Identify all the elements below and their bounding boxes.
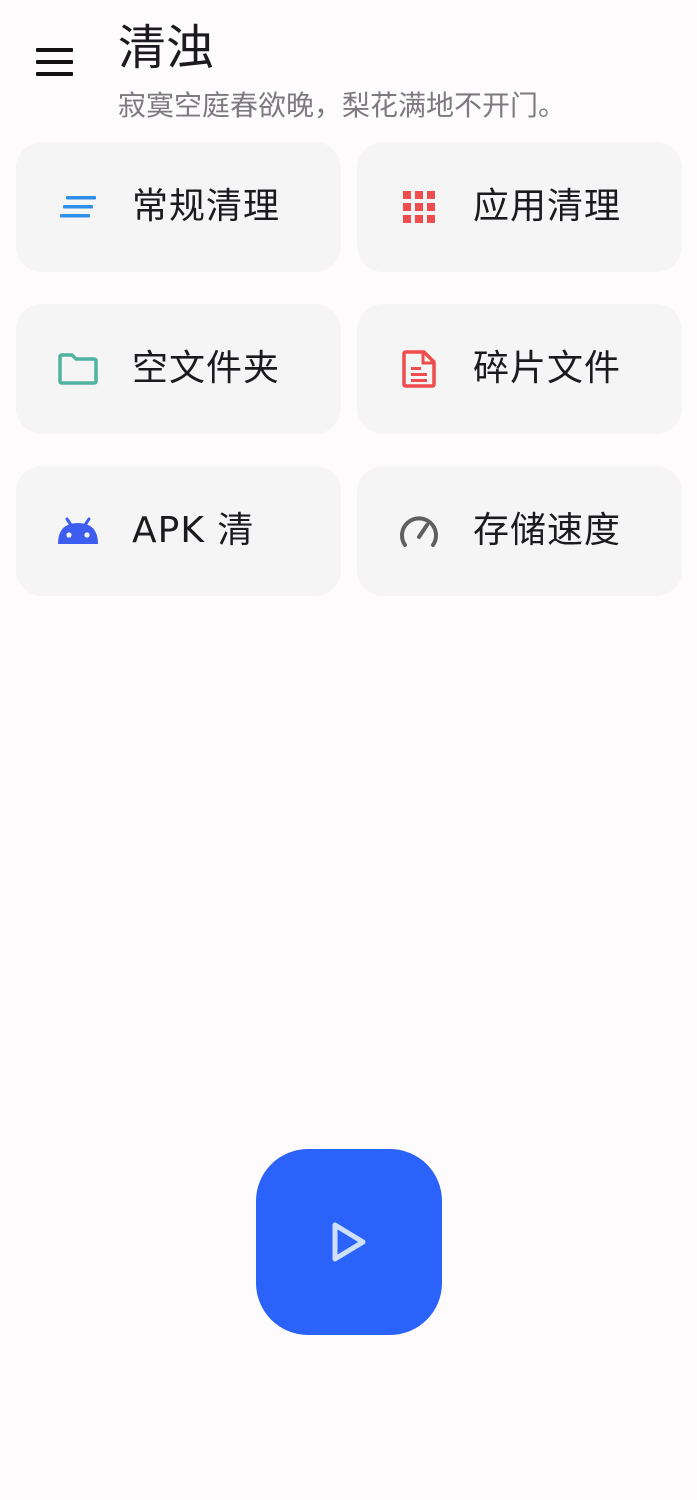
speedometer-icon — [397, 509, 441, 553]
android-icon — [56, 509, 100, 553]
tile-label: 应用清理 — [473, 186, 622, 227]
tile-label: APK 清 — [132, 510, 255, 551]
tile-fragment-files[interactable]: 碎片文件 — [357, 304, 682, 434]
cleaning-options-grid: 常规清理 应用清理 空文件夹 碎片文件 APK 清 存储速度 — [16, 142, 682, 596]
tile-label: 空文件夹 — [132, 348, 281, 389]
page-subtitle: 寂寞空庭春欲晚，梨花满地不开门。 — [118, 89, 567, 122]
tile-label: 碎片文件 — [473, 348, 622, 389]
tile-app-clean[interactable]: 应用清理 — [357, 142, 682, 272]
tile-apk-clean[interactable]: APK 清 — [16, 466, 341, 596]
folder-icon — [56, 347, 100, 391]
document-icon — [397, 347, 441, 391]
tile-storage-speed[interactable]: 存储速度 — [357, 466, 682, 596]
start-clean-button[interactable] — [256, 1149, 442, 1335]
page-title: 清浊 — [118, 20, 215, 76]
menu-button[interactable] — [30, 40, 78, 84]
menu-icon-bar-3 — [36, 72, 73, 76]
play-icon — [332, 1222, 366, 1262]
menu-icon-bar-1 — [36, 48, 73, 52]
lines-icon — [56, 185, 100, 229]
tile-regular-clean[interactable]: 常规清理 — [16, 142, 341, 272]
tile-label: 存储速度 — [473, 510, 622, 551]
tile-label: 常规清理 — [132, 186, 281, 227]
menu-icon-bar-2 — [36, 60, 73, 64]
apps-grid-icon — [397, 185, 441, 229]
tile-empty-folders[interactable]: 空文件夹 — [16, 304, 341, 434]
